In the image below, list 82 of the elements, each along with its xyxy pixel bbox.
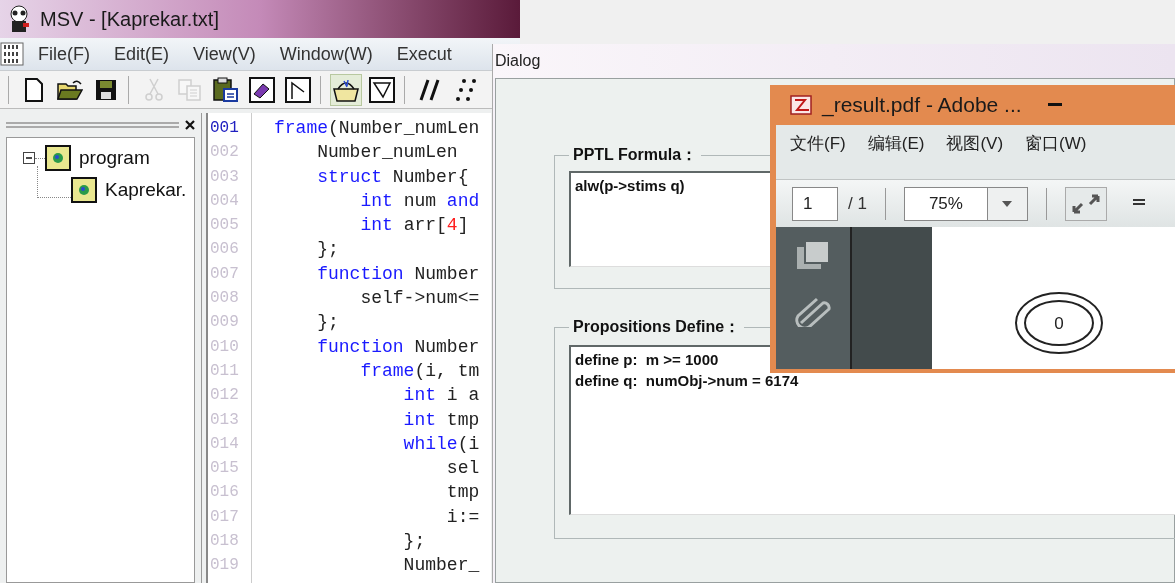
clipboard-icon [213, 76, 239, 103]
page-number-field[interactable]: 1 [792, 186, 838, 221]
code-line: struct Number{ [316, 165, 470, 189]
code-line: while(i [402, 432, 480, 456]
dialog-title: Dialog [495, 51, 541, 71]
scissors-icon [145, 77, 163, 102]
flag-frame-icon [285, 76, 311, 103]
line-number: 013 [210, 409, 240, 431]
code-line: tmp [445, 481, 480, 505]
minus-icon [25, 154, 33, 162]
tree-item[interactable]: Kaprekar. [105, 175, 187, 205]
line-number: 001 [210, 118, 240, 139]
code-line: int tmp [402, 408, 480, 432]
line-number: 008 [210, 288, 240, 310]
menu-item[interactable]: Execut [396, 40, 452, 68]
dotted-slash-icon [456, 78, 476, 101]
close-icon[interactable] [185, 120, 195, 130]
code-line: self->num<= [359, 287, 480, 311]
line-number: 011 [210, 360, 240, 382]
menu-item[interactable]: Edit(E) [114, 40, 169, 68]
page-count: / 1 [848, 192, 867, 215]
line-number: 019 [210, 555, 240, 577]
pdf-menu-item[interactable]: 窗口(W) [1025, 131, 1087, 157]
caret-down-icon [1002, 200, 1013, 207]
code-line: }; [316, 238, 340, 262]
code-line: int num and [359, 189, 480, 213]
code-line: Number_numLen [316, 141, 459, 165]
pdf-menu-item[interactable]: 文件(F) [790, 131, 846, 157]
pdf-menu-item[interactable]: 视图(V) [946, 131, 1004, 157]
line-number: 012 [210, 385, 240, 407]
line-number: 010 [210, 336, 240, 358]
pages-icon[interactable] [795, 239, 831, 271]
menu-item[interactable]: Window(W) [279, 40, 373, 68]
line-number: 016 [210, 482, 240, 504]
pdf-window-title: _result.pdf - Adobe ... [822, 92, 1022, 119]
code-line: i:= [445, 505, 480, 529]
window-title: MSV - [Kaprekar.txt] [40, 7, 219, 32]
line-number: 007 [210, 263, 240, 285]
code-line: Number_ [402, 554, 480, 578]
line-number: 015 [210, 458, 240, 480]
funnel-frame-icon [369, 76, 395, 103]
code-line: function Number [316, 262, 480, 286]
expand-arrows-icon [1071, 193, 1100, 214]
line-number: 009 [210, 312, 240, 334]
group-label: Propositions Define： [572, 317, 742, 337]
code-line: }; [402, 530, 427, 554]
menu-item[interactable]: File(F) [38, 40, 90, 68]
tree-item[interactable]: program [79, 143, 150, 173]
line-number: 018 [210, 531, 240, 553]
code-line: frame(i, tm [359, 359, 480, 383]
line-number: 002 [210, 142, 240, 164]
code-line: }; [316, 311, 340, 335]
zoom-dropdown-button[interactable] [987, 186, 1028, 221]
line-number: 004 [210, 190, 240, 212]
state-label: 0 [1054, 314, 1064, 333]
program-node-icon [71, 177, 97, 203]
zoom-field[interactable]: 75% [903, 186, 988, 221]
code-line: sel [445, 457, 480, 481]
group-label: PPTL Formula： [572, 145, 699, 165]
open-folder-icon [57, 78, 83, 101]
line-number: 017 [210, 506, 240, 528]
code-line: int i a [402, 384, 480, 408]
double-slash-icon [419, 77, 441, 102]
fit-page-button[interactable] [1064, 186, 1107, 221]
line-number: 005 [210, 215, 240, 237]
code-line: frame(Number_numLen [274, 117, 480, 140]
toolbar-button[interactable] [330, 73, 362, 106]
new-file-icon [24, 77, 44, 102]
code-line: function Number [316, 335, 480, 359]
copy-icon [178, 78, 202, 101]
line-number: 006 [210, 239, 240, 261]
menu-item[interactable]: View(V) [193, 40, 256, 68]
collapse-toggle[interactable] [23, 152, 35, 164]
eraser-icon [249, 76, 275, 103]
line-number: 003 [210, 166, 240, 188]
pdf-menu-item[interactable]: 编辑(E) [867, 131, 925, 157]
paperclip-icon[interactable] [795, 297, 831, 327]
program-node-icon [45, 145, 71, 171]
panel-grip[interactable] [6, 122, 179, 128]
minimize-icon[interactable] [1047, 103, 1062, 107]
code-line: int arr[4] [359, 214, 470, 238]
line-number: 014 [210, 433, 240, 455]
